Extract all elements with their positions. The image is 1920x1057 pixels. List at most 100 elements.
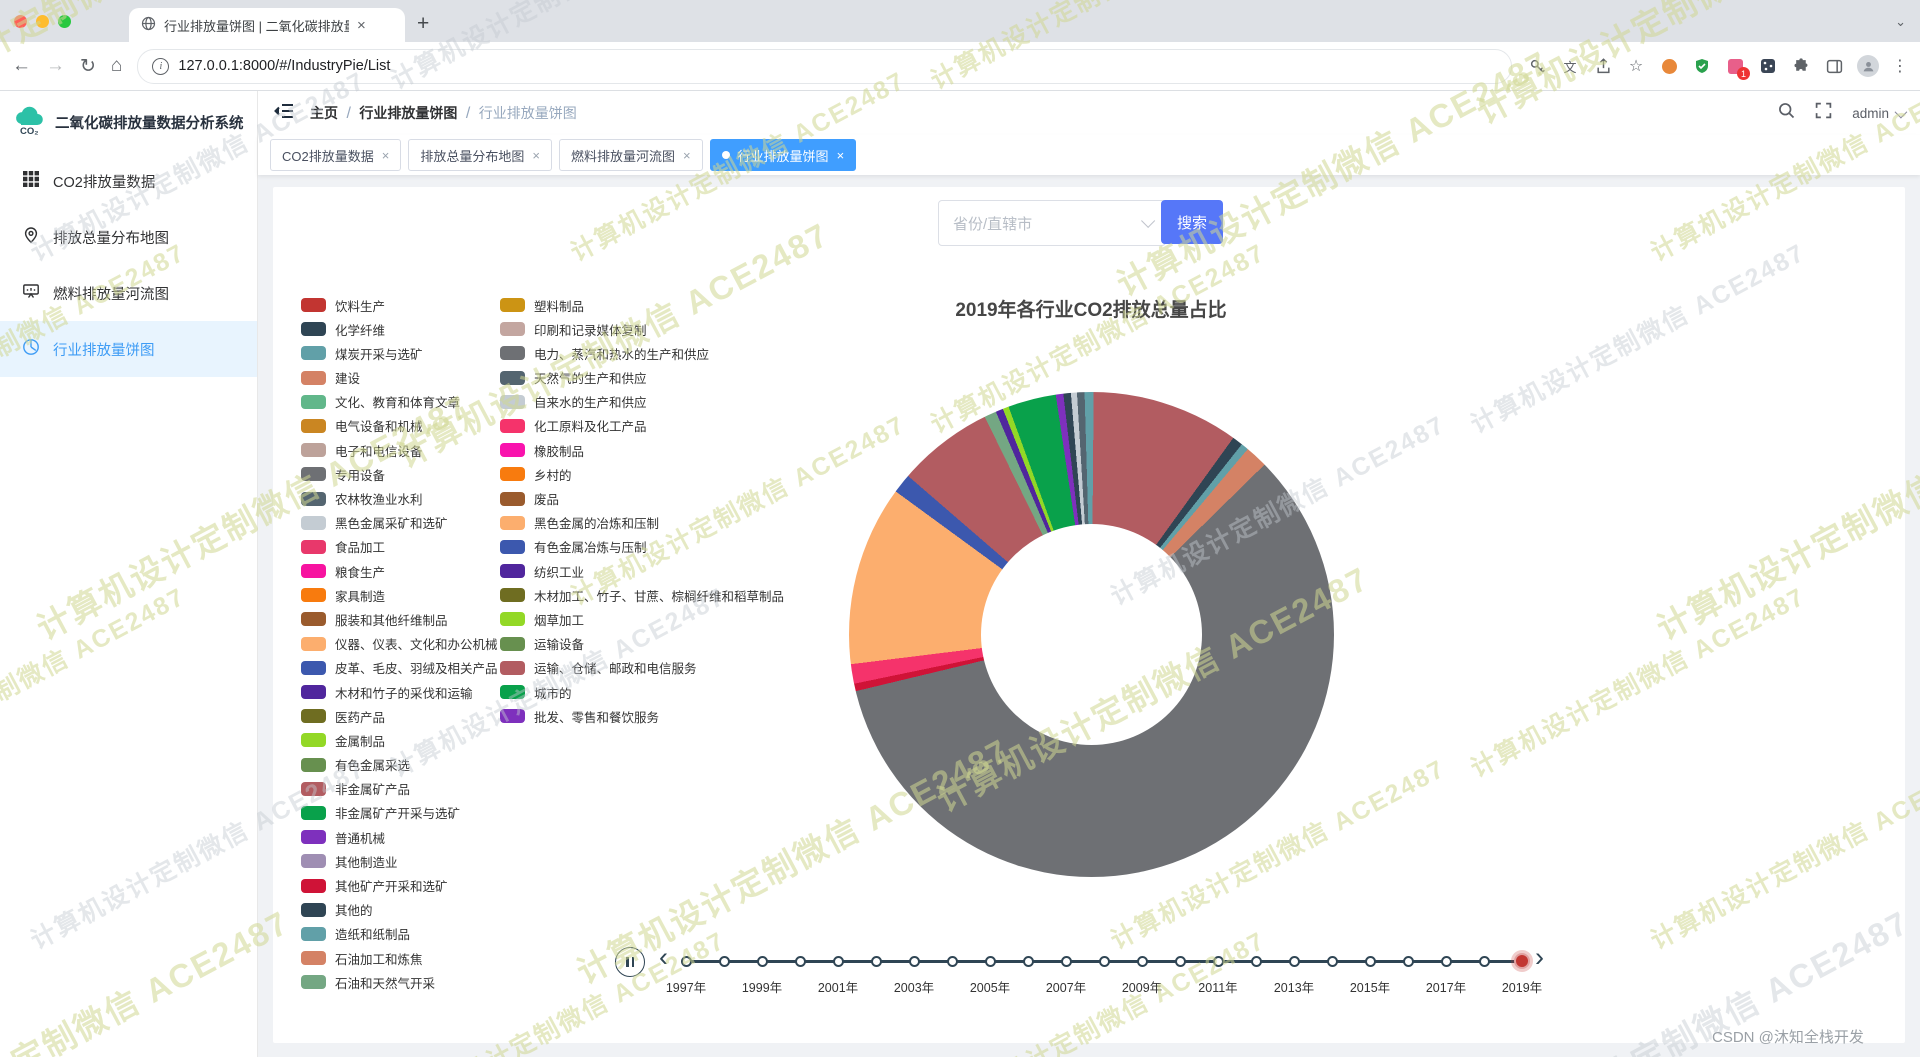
timeline-dot[interactable]	[1288, 955, 1300, 967]
page-tab[interactable]: 排放总量分布地图 ×	[408, 139, 552, 171]
timeline-next-icon[interactable]: ›	[1535, 944, 1544, 971]
timeline-dot[interactable]	[1022, 955, 1034, 967]
tab-close-icon[interactable]: ×	[837, 148, 845, 163]
sidebar-item[interactable]: 行业排放量饼图	[0, 321, 257, 377]
legend-item[interactable]: 石油和天然气开采	[301, 975, 498, 991]
sidebar-item[interactable]: CO2排放量数据	[0, 153, 257, 209]
legend-item[interactable]: 饮料生产	[301, 298, 498, 314]
bookmark-star-icon[interactable]: ☆	[1626, 56, 1646, 76]
window-minimize-button[interactable]	[36, 15, 49, 28]
legend-item[interactable]: 其他的	[301, 902, 498, 918]
timeline-dot[interactable]	[680, 955, 692, 967]
timeline-dot[interactable]	[1174, 955, 1186, 967]
reload-button[interactable]: ↻	[80, 55, 96, 78]
tab-close-icon[interactable]: ×	[357, 17, 366, 34]
legend-item[interactable]: 农林牧渔业水利	[301, 491, 498, 507]
timeline-dot[interactable]	[1364, 955, 1376, 967]
legend-item[interactable]: 非金属矿产开采与选矿	[301, 805, 498, 821]
timeline-dot[interactable]	[718, 955, 730, 967]
extension-orange-icon[interactable]	[1659, 56, 1679, 76]
legend-item[interactable]: 木材加工、竹子、甘蔗、棕榈纤维和稻草制品	[500, 588, 784, 604]
timeline-dot-current[interactable]	[1514, 953, 1530, 969]
timeline-dot[interactable]	[946, 955, 958, 967]
legend-item[interactable]: 木材和竹子的采伐和运输	[301, 685, 498, 701]
back-button[interactable]: ←	[12, 55, 31, 77]
timeline-dot[interactable]	[1136, 955, 1148, 967]
timeline-dot[interactable]	[1402, 955, 1414, 967]
extension-shield-icon[interactable]	[1692, 56, 1712, 76]
legend-item[interactable]: 其他制造业	[301, 854, 498, 870]
extensions-puzzle-icon[interactable]	[1791, 56, 1811, 76]
legend-item[interactable]: 印刷和记录媒体复制	[500, 322, 784, 338]
legend-item[interactable]: 仪器、仪表、文化和办公机械	[301, 636, 498, 652]
timeline-dot[interactable]	[756, 955, 768, 967]
address-bar[interactable]: i 127.0.0.1:8000/#/IndustryPie/List	[137, 48, 1512, 84]
tab-search-chevron-icon[interactable]: ⌄	[1895, 14, 1906, 30]
timeline-dot[interactable]	[870, 955, 882, 967]
translate-icon[interactable]: 文	[1560, 56, 1580, 76]
legend-item[interactable]: 黑色金属采矿和选矿	[301, 515, 498, 531]
timeline-dot[interactable]	[1478, 955, 1490, 967]
province-select[interactable]: 省份/直辖市	[938, 200, 1166, 246]
legend-item[interactable]: 文化、教育和体育文章	[301, 394, 498, 410]
legend-item[interactable]: 黑色金属的冶炼和压制	[500, 515, 784, 531]
forward-button[interactable]: →	[46, 55, 65, 77]
password-key-icon[interactable]	[1527, 56, 1547, 76]
timeline-dot[interactable]	[832, 955, 844, 967]
legend-item[interactable]: 天然气的生产和供应	[500, 370, 784, 386]
timeline-dot[interactable]	[1326, 955, 1338, 967]
timeline-dot[interactable]	[984, 955, 996, 967]
extension-mail-icon[interactable]: 1	[1725, 56, 1750, 80]
legend-item[interactable]: 塑料制品	[500, 298, 784, 314]
legend-item[interactable]: 金属制品	[301, 733, 498, 749]
share-icon[interactable]	[1593, 56, 1613, 76]
timeline-dot[interactable]	[1098, 955, 1110, 967]
page-tab[interactable]: CO2排放量数据 ×	[270, 139, 402, 171]
window-close-button[interactable]	[14, 15, 27, 28]
legend-item[interactable]: 废品	[500, 491, 784, 507]
tab-close-icon[interactable]: ×	[382, 148, 390, 163]
legend-item[interactable]: 化学纤维	[301, 322, 498, 338]
legend-item[interactable]: 运输设备	[500, 636, 784, 652]
sidebar-item[interactable]: 燃料排放量河流图	[0, 265, 257, 321]
legend-item[interactable]: 普通机械	[301, 830, 498, 846]
legend-item[interactable]: 医药产品	[301, 709, 498, 725]
window-zoom-button[interactable]	[58, 15, 71, 28]
legend-item[interactable]: 橡胶制品	[500, 443, 784, 459]
profile-avatar[interactable]	[1857, 55, 1879, 77]
legend-item[interactable]: 电子和电信设备	[301, 443, 498, 459]
timeline-dot[interactable]	[1060, 955, 1072, 967]
tab-close-icon[interactable]: ×	[532, 148, 540, 163]
fullscreen-icon[interactable]	[1815, 102, 1832, 124]
legend-item[interactable]: 化工原料及化工产品	[500, 418, 784, 434]
extension-dice-icon[interactable]	[1758, 56, 1778, 76]
timeline-dot[interactable]	[794, 955, 806, 967]
legend-item[interactable]: 批发、零售和餐饮服务	[500, 709, 784, 725]
legend-item[interactable]: 建设	[301, 370, 498, 386]
browser-tab[interactable]: 行业排放量饼图 | 二氧化碳排放量 ×	[129, 8, 405, 42]
breadcrumb-home[interactable]: 主页	[310, 105, 338, 121]
legend-item[interactable]: 纺织工业	[500, 564, 784, 580]
legend-item[interactable]: 其他矿产开采和选矿	[301, 878, 498, 894]
legend-item[interactable]: 粮食生产	[301, 564, 498, 580]
new-tab-button[interactable]: +	[417, 12, 429, 36]
home-button[interactable]: ⌂	[111, 55, 122, 77]
timeline-pause-button[interactable]	[615, 947, 645, 977]
legend-item[interactable]: 烟草加工	[500, 612, 784, 628]
site-info-icon[interactable]: i	[152, 57, 170, 75]
collapse-menu-icon[interactable]	[274, 102, 294, 125]
legend-item[interactable]: 专用设备	[301, 467, 498, 483]
legend-item[interactable]: 家具制造	[301, 588, 498, 604]
legend-item[interactable]: 有色金属采选	[301, 757, 498, 773]
timeline-dot[interactable]	[1250, 955, 1262, 967]
page-tab[interactable]: 行业排放量饼图 ×	[709, 139, 857, 171]
legend-item[interactable]: 非金属矿产品	[301, 781, 498, 797]
legend-item[interactable]: 煤炭开采与选矿	[301, 346, 498, 362]
legend-item[interactable]: 城市的	[500, 685, 784, 701]
breadcrumb-section[interactable]: 行业排放量饼图	[359, 105, 457, 121]
timeline-dot[interactable]	[1440, 955, 1452, 967]
search-button[interactable]: 搜索	[1161, 200, 1224, 244]
legend-item[interactable]: 服装和其他纤维制品	[301, 612, 498, 628]
sidebar-item[interactable]: 排放总量分布地图	[0, 209, 257, 265]
legend-item[interactable]: 造纸和纸制品	[301, 926, 498, 942]
